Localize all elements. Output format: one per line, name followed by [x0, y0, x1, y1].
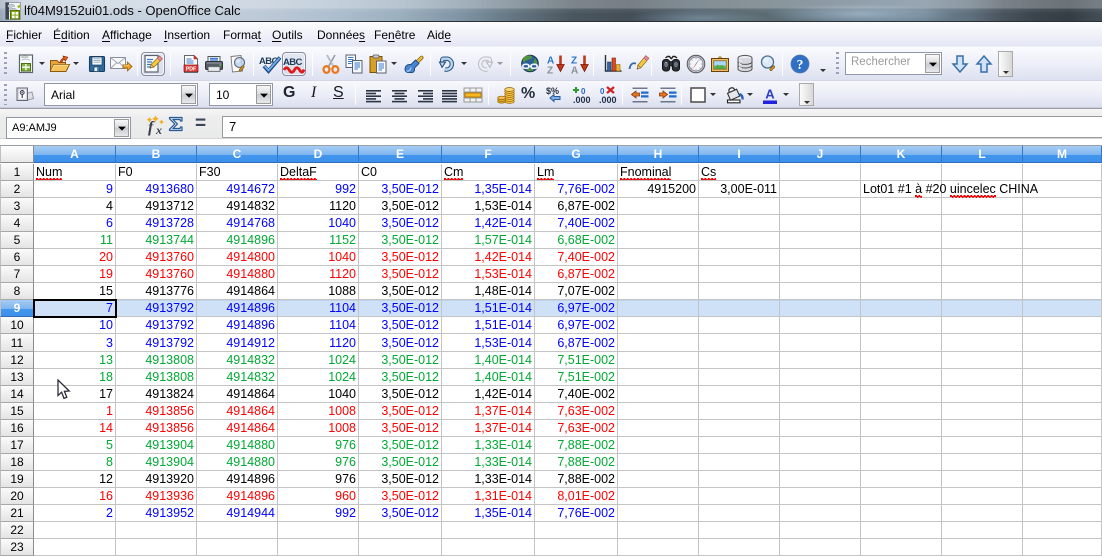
- svg-text:.000: .000: [599, 95, 617, 105]
- svg-text:A: A: [571, 66, 578, 75]
- svg-text:A: A: [765, 86, 775, 101]
- svg-text:ABC: ABC: [283, 57, 303, 68]
- svg-text:x: x: [155, 123, 162, 137]
- svg-text:Z: Z: [547, 66, 553, 75]
- svg-text:$%: $%: [546, 86, 559, 96]
- svg-text:PDF: PDF: [186, 66, 196, 72]
- svg-text:?: ?: [797, 57, 804, 72]
- svg-text:.000: .000: [573, 95, 591, 105]
